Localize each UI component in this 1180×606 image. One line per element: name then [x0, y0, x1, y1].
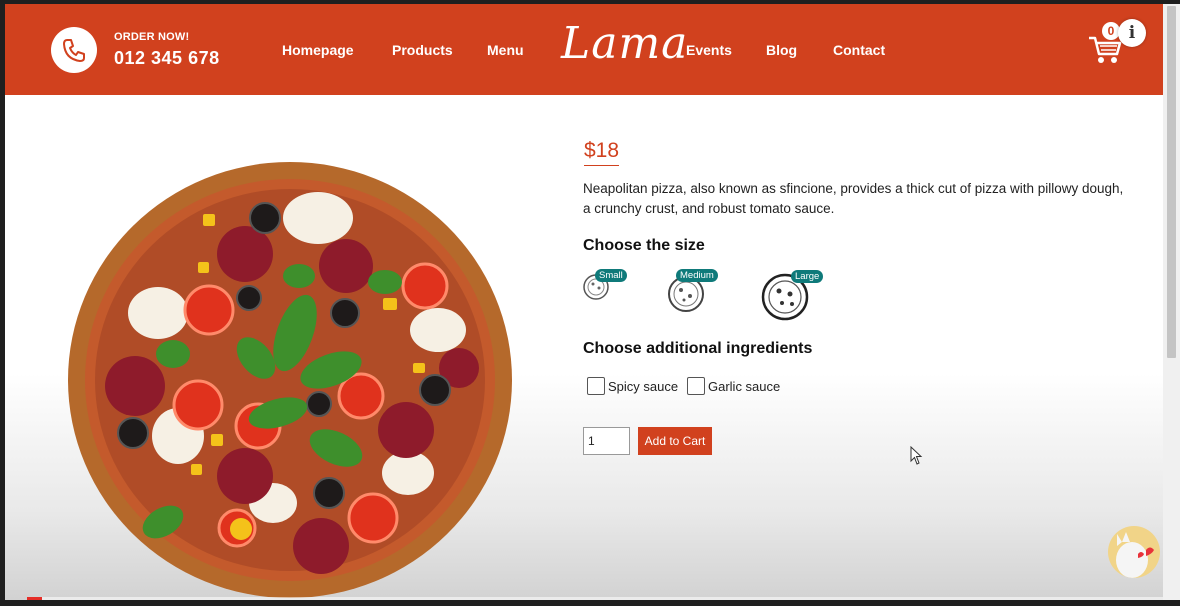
phone-icon-button[interactable]	[51, 27, 97, 73]
garlic-sauce-checkbox[interactable]	[687, 377, 705, 395]
quantity-input[interactable]	[583, 427, 630, 455]
ingredient-spicy-sauce[interactable]: Spicy sauce	[587, 377, 678, 395]
scrollbar-thumb[interactable]	[1167, 6, 1176, 358]
nav-contact[interactable]: Contact	[833, 42, 885, 58]
size-medium-label: Medium	[676, 269, 718, 282]
mouse-cursor-icon	[910, 446, 923, 465]
size-medium[interactable]: Medium	[667, 269, 727, 312]
order-now-label: ORDER NOW!	[114, 31, 190, 43]
heart-eyes-avatar-icon	[1116, 532, 1154, 578]
product-price: $18	[584, 139, 620, 166]
product-description: Neapolitan pizza, also known as sfincion…	[583, 181, 1124, 216]
size-large[interactable]: Large	[760, 270, 830, 322]
nav-blog[interactable]: Blog	[766, 42, 797, 58]
size-heading: Choose the size	[583, 237, 705, 254]
pizza-medium-icon	[668, 276, 704, 312]
pizza-image	[68, 162, 512, 598]
phone-icon	[63, 39, 85, 62]
logo[interactable]: Lama	[561, 18, 688, 69]
ingredient-garlic-sauce[interactable]: Garlic sauce	[687, 377, 780, 395]
size-small[interactable]: Small	[583, 269, 627, 302]
garlic-sauce-label: Garlic sauce	[708, 378, 781, 394]
page-viewport: ORDER NOW! 012 345 678 Homepage Products…	[5, 4, 1163, 600]
spicy-sauce-checkbox[interactable]	[587, 377, 605, 395]
spicy-sauce-label: Spicy sauce	[608, 378, 679, 394]
video-progress-fill	[27, 597, 42, 600]
phone-number: 012 345 678	[114, 48, 220, 68]
size-large-label: Large	[791, 270, 824, 283]
add-to-cart-button[interactable]: Add to Cart	[638, 427, 712, 455]
size-small-label: Small	[595, 269, 627, 282]
video-progress-bar[interactable]	[27, 597, 1163, 600]
nav-events[interactable]: Events	[686, 42, 732, 58]
info-icon[interactable]: i	[1118, 19, 1146, 47]
nav-homepage[interactable]: Homepage	[282, 42, 354, 58]
nav-menu[interactable]: Menu	[487, 42, 524, 58]
ingredients-heading: Choose additional ingredients	[583, 340, 813, 357]
nav-products[interactable]: Products	[392, 42, 453, 58]
page-scrollbar[interactable]	[1163, 4, 1180, 600]
channel-avatar[interactable]	[1108, 526, 1160, 578]
navbar: ORDER NOW! 012 345 678 Homepage Products…	[5, 4, 1163, 95]
